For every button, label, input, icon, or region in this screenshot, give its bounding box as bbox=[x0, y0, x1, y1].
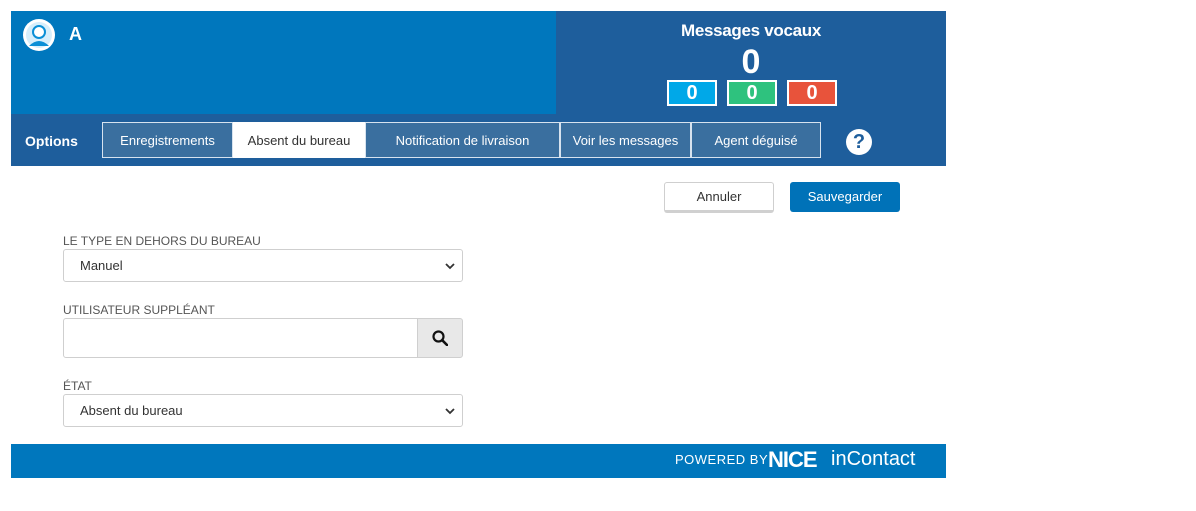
user-name: A bbox=[69, 24, 82, 44]
cancel-button[interactable]: Annuler bbox=[664, 182, 774, 213]
user-avatar-icon bbox=[23, 19, 55, 51]
voicemail-settings-app: A Messages vocaux 0 0 0 0 Options Enregi… bbox=[11, 11, 946, 478]
ooo-type-select[interactable]: Manuel bbox=[63, 249, 463, 282]
voicemail-new-count: 0 bbox=[667, 80, 717, 106]
options-tabbar: Options Enregistrements Absent du bureau… bbox=[11, 114, 946, 166]
powered-by-text: POWERED BY bbox=[675, 452, 769, 467]
state-select[interactable]: Absent du bureau bbox=[63, 394, 463, 427]
ooo-type-value: Manuel bbox=[80, 258, 123, 273]
chevron-down-icon bbox=[445, 408, 455, 415]
voicemail-urgent-count: 0 bbox=[787, 80, 837, 106]
substitute-user-label: UTILISATEUR SUPPLÉANT bbox=[63, 303, 215, 317]
tab-view-messages[interactable]: Voir les messages bbox=[560, 122, 691, 158]
voicemail-title: Messages vocaux bbox=[680, 21, 822, 40]
footer: POWERED BY NICE inContact bbox=[11, 444, 946, 478]
nice-logo: NICE bbox=[768, 447, 818, 472]
chevron-down-icon bbox=[445, 263, 455, 270]
options-label: Options bbox=[25, 133, 78, 149]
tab-recordings[interactable]: Enregistrements bbox=[102, 122, 233, 158]
substitute-user-input[interactable] bbox=[63, 318, 418, 358]
save-button[interactable]: Sauvegarder bbox=[790, 182, 900, 212]
tab-delivery-notification[interactable]: Notification de livraison bbox=[365, 122, 560, 158]
ooo-type-label: LE TYPE EN DEHORS DU BUREAU bbox=[63, 234, 261, 248]
search-button[interactable] bbox=[417, 318, 463, 358]
help-icon[interactable]: ? bbox=[846, 129, 872, 155]
tab-out-of-office[interactable]: Absent du bureau bbox=[233, 122, 365, 158]
state-label: ÉTAT bbox=[63, 379, 92, 393]
header: A Messages vocaux 0 0 0 0 bbox=[11, 11, 946, 114]
voicemail-summary: Messages vocaux 0 0 0 0 bbox=[556, 11, 946, 114]
voicemail-saved-count: 0 bbox=[727, 80, 777, 106]
tab-disguised-agent[interactable]: Agent déguisé bbox=[691, 122, 821, 158]
state-value: Absent du bureau bbox=[80, 403, 183, 418]
search-icon bbox=[432, 330, 448, 346]
incontact-logo: inContact bbox=[831, 448, 916, 470]
voicemail-total-count: 0 bbox=[741, 43, 761, 81]
